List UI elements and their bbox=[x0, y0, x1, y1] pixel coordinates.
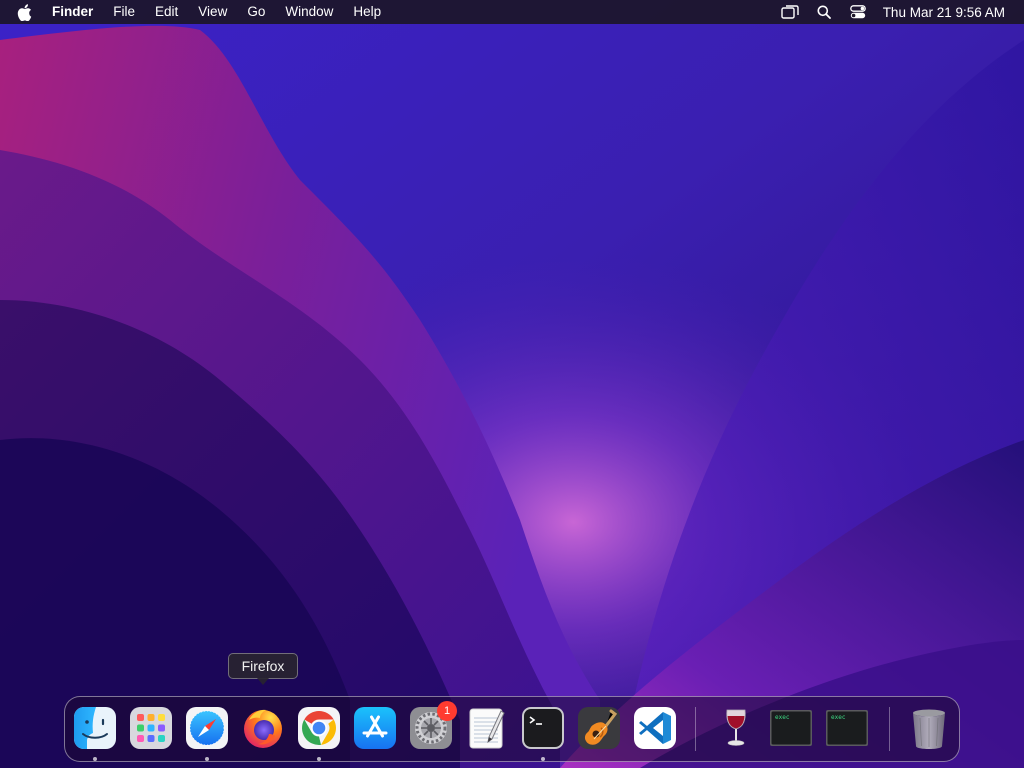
dock-item-exec[interactable]: exec bbox=[769, 706, 813, 750]
trash-icon bbox=[913, 709, 945, 749]
menu-go[interactable]: Go bbox=[247, 0, 265, 24]
dock-item-firefox[interactable] bbox=[241, 706, 285, 750]
chrome-icon bbox=[298, 707, 340, 749]
menu-bar: Finder File Edit View Go Window Help Thu… bbox=[0, 0, 1024, 24]
dock-tooltip: Firefox bbox=[228, 653, 298, 685]
exec-file-icon: exec bbox=[826, 710, 868, 746]
dock-separator bbox=[695, 707, 696, 751]
dock-item-terminal[interactable] bbox=[521, 706, 565, 750]
dock-item-app-store[interactable] bbox=[353, 706, 397, 750]
app-store-icon bbox=[354, 707, 396, 749]
exec-file-icon: exec bbox=[770, 710, 812, 746]
exec-label: exec bbox=[775, 714, 790, 721]
desktop-wallpaper bbox=[0, 0, 1024, 768]
menu-file[interactable]: File bbox=[113, 0, 135, 24]
spotlight-search-icon[interactable] bbox=[815, 4, 833, 20]
running-indicator-safari bbox=[205, 757, 209, 761]
dock: 1 exec exec bbox=[64, 696, 960, 762]
dock-item-launchpad[interactable] bbox=[129, 706, 173, 750]
dock-item-garageband[interactable] bbox=[577, 706, 621, 750]
apple-menu-icon[interactable] bbox=[17, 3, 35, 21]
exec-label: exec bbox=[831, 714, 846, 721]
launchpad-icon bbox=[130, 707, 172, 749]
dock-item-system-preferences[interactable]: 1 bbox=[409, 701, 457, 750]
dock-item-trash[interactable] bbox=[907, 706, 951, 750]
firefox-icon bbox=[244, 709, 282, 748]
terminal-icon bbox=[522, 707, 564, 749]
menu-bar-clock[interactable]: Thu Mar 21 9:56 AM bbox=[883, 5, 1005, 20]
dock-item-finder[interactable] bbox=[73, 706, 117, 750]
dock-separator bbox=[889, 707, 890, 751]
screen-mirroring-icon[interactable] bbox=[780, 4, 799, 20]
running-indicator-chrome bbox=[317, 757, 321, 761]
dock-item-textedit[interactable] bbox=[465, 706, 509, 750]
dock-item-exec[interactable]: exec bbox=[825, 706, 869, 750]
dock-item-wine[interactable] bbox=[715, 706, 759, 750]
vscode-icon bbox=[634, 707, 676, 749]
textedit-icon bbox=[469, 708, 505, 749]
menu-window[interactable]: Window bbox=[285, 0, 333, 24]
menu-view[interactable]: View bbox=[198, 0, 227, 24]
running-indicator-finder bbox=[93, 757, 97, 761]
notification-badge: 1 bbox=[437, 701, 457, 721]
finder-icon bbox=[74, 707, 116, 749]
wine-icon bbox=[726, 709, 746, 746]
menu-app-finder[interactable]: Finder bbox=[52, 0, 93, 24]
safari-icon bbox=[186, 707, 228, 749]
garageband-icon bbox=[578, 707, 620, 749]
menu-edit[interactable]: Edit bbox=[155, 0, 178, 24]
dock-item-safari[interactable] bbox=[185, 706, 229, 750]
control-center-icon[interactable] bbox=[849, 4, 867, 20]
dock-item-vscode[interactable] bbox=[633, 706, 677, 750]
menu-help[interactable]: Help bbox=[353, 0, 381, 24]
dock-item-chrome[interactable] bbox=[297, 706, 341, 750]
running-indicator-terminal bbox=[541, 757, 545, 761]
